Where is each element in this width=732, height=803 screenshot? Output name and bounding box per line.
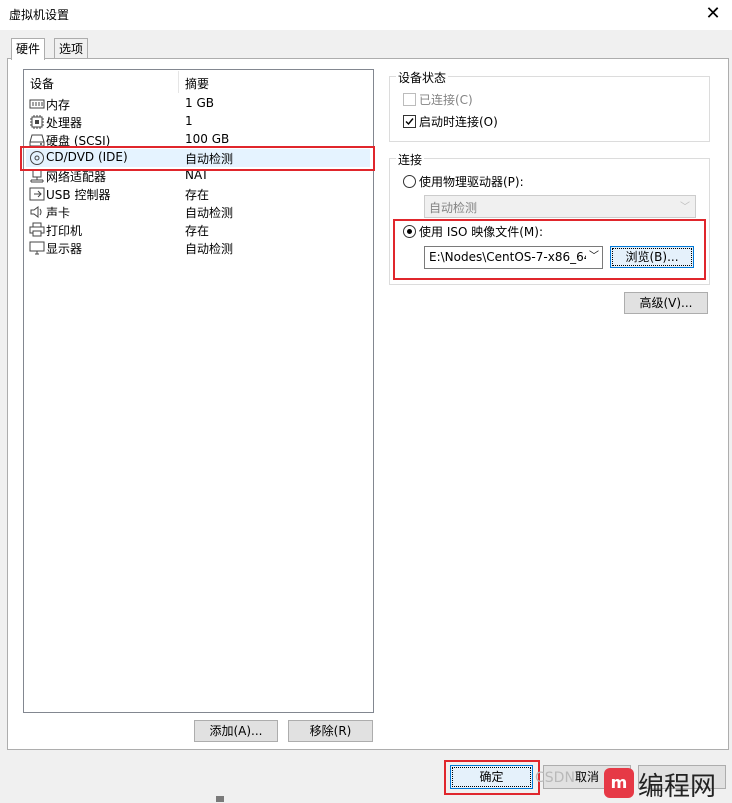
- speaker-icon: [30, 206, 42, 218]
- device-row-cpu[interactable]: 处理器 1: [26, 113, 370, 131]
- device-name: 内存: [46, 98, 71, 112]
- watermark-text: CSDN: [535, 770, 575, 786]
- close-icon[interactable]: ✕: [702, 3, 724, 25]
- device-name: 声卡: [46, 206, 71, 220]
- tab-hardware[interactable]: 硬件: [11, 38, 46, 60]
- device-status-label: 设备状态: [396, 69, 449, 86]
- add-device-button[interactable]: 添加(A)...: [194, 720, 278, 742]
- highlight-ok-button: [444, 760, 540, 795]
- device-name: 显示器: [46, 242, 83, 256]
- connect-at-power-on-label: 启动时连接(O): [419, 115, 498, 129]
- device-summary: 100 GB: [185, 132, 230, 146]
- connect-at-power-on-checkbox[interactable]: [403, 115, 416, 128]
- cpu-icon: [30, 115, 44, 129]
- device-name: 打印机: [46, 224, 83, 238]
- device-summary: 自动检测: [185, 242, 234, 256]
- highlight-cd-dvd-row: [20, 146, 375, 171]
- brand-logo-icon: m: [604, 768, 634, 798]
- device-summary: 1: [185, 114, 193, 128]
- device-row-display[interactable]: 显示器 自动检测: [26, 239, 370, 257]
- highlight-iso-section: [393, 219, 706, 280]
- device-summary: 存在: [185, 188, 210, 202]
- device-name: USB 控制器: [46, 188, 111, 202]
- tab-options[interactable]: 选项: [54, 38, 89, 59]
- checkmark-icon: [405, 118, 414, 126]
- brand-logo-text: 编程网: [638, 772, 717, 802]
- memory-icon: [29, 99, 45, 109]
- title-bar: [0, 0, 732, 30]
- resize-grip: [216, 796, 224, 802]
- physical-drive-dropdown[interactable]: 自动检测 ﹀: [424, 195, 696, 218]
- connected-label: 已连接(C): [419, 93, 473, 107]
- device-summary: 1 GB: [185, 96, 214, 110]
- connection-label: 连接: [396, 151, 425, 168]
- chevron-down-icon: ﹀: [680, 202, 690, 213]
- advanced-button[interactable]: 高级(V)...: [624, 292, 708, 314]
- device-row-memory[interactable]: 内存 1 GB: [26, 95, 370, 113]
- physical-drive-label: 使用物理驱动器(P):: [419, 175, 524, 189]
- device-row-sound[interactable]: 声卡 自动检测: [26, 203, 370, 221]
- remove-device-button[interactable]: 移除(R): [288, 720, 373, 742]
- connected-checkbox[interactable]: [403, 93, 416, 106]
- monitor-icon: [29, 241, 45, 255]
- device-summary: 存在: [185, 224, 210, 238]
- physical-drive-value: 自动检测: [429, 201, 478, 215]
- column-separator[interactable]: [178, 71, 179, 93]
- window-title: 虚拟机设置: [9, 8, 70, 22]
- usb-icon: [29, 187, 45, 201]
- device-name: 处理器: [46, 116, 83, 130]
- printer-icon: [29, 222, 45, 237]
- device-row-usb[interactable]: USB 控制器 存在: [26, 185, 370, 203]
- device-summary: 自动检测: [185, 206, 234, 220]
- device-row-printer[interactable]: 打印机 存在: [26, 221, 370, 239]
- column-header-summary[interactable]: 摘要: [185, 75, 209, 92]
- physical-drive-radio[interactable]: [403, 175, 416, 188]
- column-header-device[interactable]: 设备: [30, 75, 54, 92]
